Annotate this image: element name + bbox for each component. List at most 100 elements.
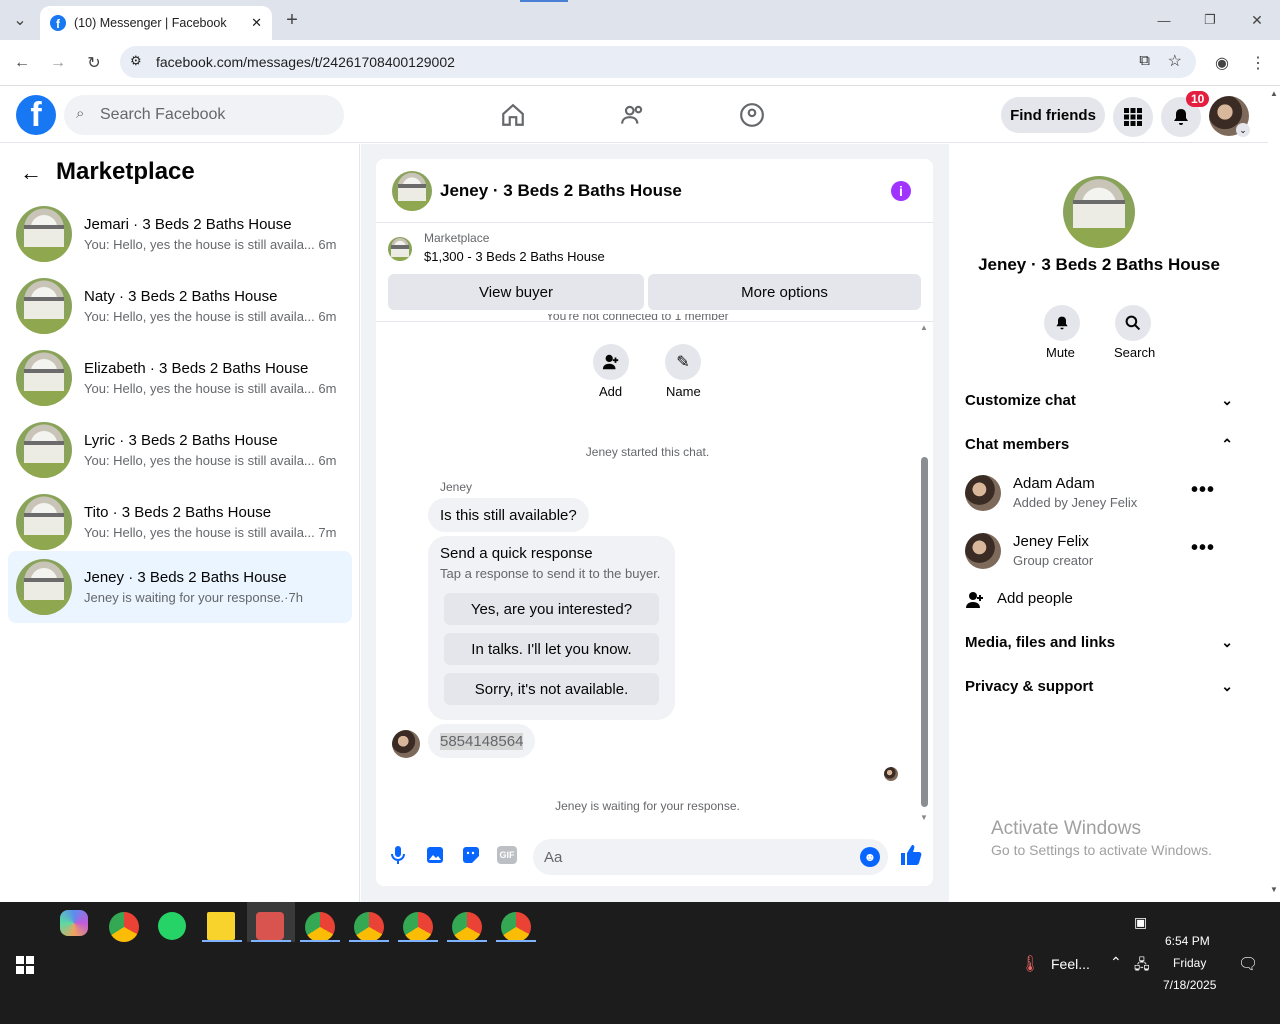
sticker-icon[interactable]: [462, 846, 480, 869]
forward-icon[interactable]: →: [46, 51, 70, 75]
back-icon[interactable]: ←: [10, 51, 34, 75]
customize-chat-row[interactable]: Customize chat ⌄: [965, 392, 1233, 409]
browser-menu-icon[interactable]: ⋮: [1246, 51, 1270, 75]
mute-label: Mute: [1046, 345, 1075, 360]
url-text: facebook.com/messages/t/2426170840012900…: [156, 54, 455, 70]
message-list[interactable]: You're not connected to 1 member Add ✎ N…: [376, 314, 933, 821]
view-buyer-button[interactable]: View buyer: [388, 274, 644, 310]
gif-icon[interactable]: GIF: [497, 846, 517, 864]
install-app-icon[interactable]: ⧉: [1139, 52, 1150, 69]
snipping-tool-icon[interactable]: [256, 912, 284, 940]
scroll-up-icon[interactable]: ▲: [920, 323, 928, 332]
add-person-icon[interactable]: [593, 344, 629, 380]
address-bar[interactable]: ⚙ facebook.com/messages/t/24261708400129…: [120, 46, 1196, 78]
reload-icon[interactable]: ↻: [82, 51, 106, 75]
listing-thumbnail: [16, 278, 72, 334]
browser-toolbar: ← → ↻ ⚙ facebook.com/messages/t/24261708…: [0, 40, 1280, 86]
search-input[interactable]: ⌕ Search Facebook: [64, 95, 344, 135]
chrome-profile-icon[interactable]: [452, 912, 482, 942]
weather-icon[interactable]: 🌡: [1020, 954, 1040, 974]
close-tab-icon[interactable]: ✕: [251, 15, 262, 31]
meet-now-icon[interactable]: ▣: [1134, 914, 1147, 931]
sticky-notes-icon[interactable]: [207, 912, 235, 940]
tab-search-icon[interactable]: ⌄: [8, 8, 32, 32]
chat-members-row[interactable]: Chat members ⌃: [965, 436, 1233, 453]
privacy-support-row[interactable]: Privacy & support ⌄: [965, 678, 1233, 695]
conversation-item[interactable]: Lyric · 3 Beds 2 Baths House You: Hello,…: [8, 414, 352, 486]
name-label: Name: [666, 384, 701, 399]
message-scrollbar[interactable]: ▲ ▼: [919, 323, 929, 822]
edit-name-pencil-icon[interactable]: ✎: [665, 344, 701, 380]
member-item[interactable]: Adam Adam Added by Jeney Felix •••: [965, 473, 1233, 513]
copilot-icon[interactable]: [60, 910, 88, 936]
watermark-title: Activate Windows: [991, 818, 1141, 839]
profile-icon[interactable]: ◉: [1210, 51, 1234, 75]
chrome-profile-icon[interactable]: [403, 912, 433, 942]
menu-grid-icon[interactable]: [1113, 97, 1153, 137]
quick-response-button[interactable]: In talks. I'll let you know.: [444, 633, 659, 665]
member-subtitle: Group creator: [1013, 553, 1094, 568]
page-scroll-up-icon[interactable]: ▲: [1270, 89, 1278, 98]
groups-icon[interactable]: [738, 101, 766, 129]
network-icon[interactable]: 🖧: [1134, 954, 1150, 978]
close-window-button[interactable]: ✕: [1245, 8, 1269, 32]
restore-button[interactable]: ❐: [1198, 8, 1222, 32]
message-bubble-phone[interactable]: 5854148564: [428, 724, 536, 758]
emoji-icon[interactable]: ☻: [860, 847, 880, 867]
photo-icon[interactable]: [426, 846, 444, 869]
quick-response-button[interactable]: Yes, are you interested?: [444, 593, 659, 625]
listing-summary[interactable]: Marketplace $1,300 - 3 Beds 2 Baths Hous…: [388, 231, 605, 264]
mute-bell-icon[interactable]: [1044, 305, 1080, 341]
chat-listing-avatar[interactable]: [392, 170, 432, 211]
conversation-item[interactable]: Elizabeth · 3 Beds 2 Baths House You: He…: [8, 342, 352, 414]
conversation-item-selected[interactable]: Jeney · 3 Beds 2 Baths House Jeney is wa…: [8, 551, 352, 623]
show-hidden-icons[interactable]: ⌃: [1110, 954, 1122, 971]
chat-title[interactable]: Jeney · 3 Beds 2 Baths House: [440, 181, 682, 201]
conversation-item[interactable]: Jemari · 3 Beds 2 Baths House You: Hello…: [8, 198, 352, 270]
member-item[interactable]: Jeney Felix Group creator •••: [965, 531, 1233, 571]
account-chevron-icon[interactable]: ⌄: [1236, 123, 1250, 137]
browser-tab[interactable]: f (10) Messenger | Facebook ✕: [40, 6, 272, 40]
friends-icon[interactable]: [619, 101, 647, 129]
new-tab-button[interactable]: +: [280, 8, 304, 32]
more-options-icon[interactable]: •••: [1191, 479, 1215, 502]
home-icon[interactable]: [499, 101, 527, 129]
site-info-icon[interactable]: ⚙: [130, 53, 142, 69]
info-icon[interactable]: i: [891, 181, 911, 201]
add-people-label: Add people: [997, 590, 1073, 607]
scrollbar-thumb[interactable]: [921, 457, 928, 807]
clock-time[interactable]: 6:54 PM: [1165, 934, 1210, 948]
page-scrollbar[interactable]: ▲ ▼: [1268, 87, 1280, 902]
scroll-down-icon[interactable]: ▼: [920, 813, 928, 822]
more-options-icon[interactable]: •••: [1191, 537, 1215, 560]
message-bubble[interactable]: Is this still available?: [428, 498, 589, 532]
message-input[interactable]: Aa ☻: [533, 839, 888, 875]
chrome-profile-icon[interactable]: [354, 912, 384, 942]
more-options-button[interactable]: More options: [648, 274, 921, 310]
chat-details-avatar[interactable]: [1063, 176, 1135, 248]
media-files-row[interactable]: Media, files and links ⌄: [965, 634, 1233, 651]
windows-start-icon[interactable]: [16, 956, 34, 974]
microphone-icon[interactable]: [390, 845, 406, 870]
clock-day[interactable]: Friday: [1173, 956, 1206, 970]
clock-date[interactable]: 7/18/2025: [1163, 978, 1216, 992]
chrome-icon[interactable]: [109, 912, 139, 942]
quick-response-button[interactable]: Sorry, it's not available.: [444, 673, 659, 705]
minimize-button[interactable]: —: [1152, 8, 1176, 32]
search-chat-icon[interactable]: [1115, 305, 1151, 341]
sender-avatar[interactable]: [392, 730, 420, 758]
chrome-profile-icon[interactable]: [305, 912, 335, 942]
like-thumb-icon[interactable]: [900, 844, 922, 871]
page-scroll-down-icon[interactable]: ▼: [1270, 885, 1278, 894]
back-arrow-icon[interactable]: ←: [20, 160, 42, 186]
weather-text[interactable]: Feel...: [1051, 956, 1090, 972]
conversation-item[interactable]: Naty · 3 Beds 2 Baths House You: Hello, …: [8, 270, 352, 342]
bookmark-star-icon[interactable]: ☆: [1168, 51, 1182, 71]
find-friends-button[interactable]: Find friends: [1001, 97, 1105, 133]
whatsapp-icon[interactable]: [158, 912, 186, 940]
conversation-item[interactable]: Tito · 3 Beds 2 Baths House You: Hello, …: [8, 486, 352, 558]
conversation-name: Jemari · 3 Beds 2 Baths House: [84, 216, 292, 233]
notification-center-icon[interactable]: 🗨: [1238, 954, 1258, 974]
facebook-logo-icon[interactable]: f: [16, 95, 56, 135]
chrome-profile-icon[interactable]: [501, 912, 531, 942]
